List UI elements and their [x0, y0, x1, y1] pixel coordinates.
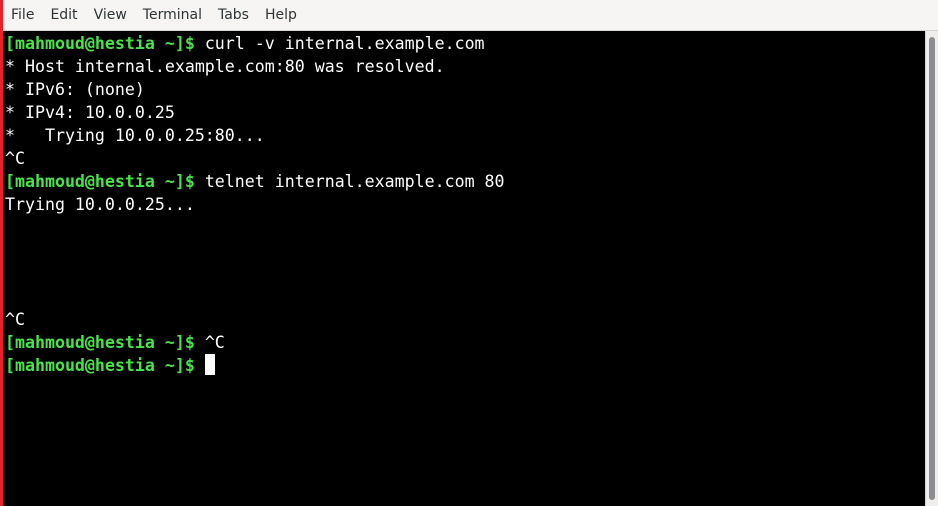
shell-prompt: [mahmoud@hestia ~]$ — [5, 333, 195, 352]
output-text: * IPv6: (none) — [5, 80, 145, 99]
text-cursor — [204, 354, 215, 375]
command-text: ^C — [194, 333, 225, 352]
shell-prompt: [mahmoud@hestia ~]$ — [5, 172, 195, 191]
terminal-line: Trying 10.0.0.25... — [5, 193, 195, 216]
scrollbar-thumb[interactable] — [929, 37, 935, 500]
terminal-output[interactable]: [mahmoud@hestia ~]$ curl -v internal.exa… — [3, 31, 925, 506]
output-text: * Trying 10.0.0.25:80... — [5, 126, 265, 145]
terminal-line: * IPv6: (none) — [5, 78, 145, 101]
terminal-window: File Edit View Terminal Tabs Help [mahmo… — [0, 0, 938, 506]
command-text: telnet internal.example.com 80 — [194, 172, 505, 191]
terminal-line: [mahmoud@hestia ~]$ — [5, 354, 215, 377]
menu-bar: File Edit View Terminal Tabs Help — [0, 0, 938, 31]
output-text: * IPv4: 10.0.0.25 — [5, 103, 175, 122]
menu-edit[interactable]: Edit — [42, 0, 85, 31]
terminal-line: * IPv4: 10.0.0.25 — [5, 101, 175, 124]
terminal-line: [mahmoud@hestia ~]$ curl -v internal.exa… — [5, 32, 485, 55]
window-border — [0, 0, 3, 506]
terminal-line: ^C — [5, 147, 25, 170]
menu-help[interactable]: Help — [257, 0, 305, 31]
vertical-scrollbar[interactable] — [925, 31, 938, 506]
terminal-line: [mahmoud@hestia ~]$ telnet internal.exam… — [5, 170, 505, 193]
command-text: curl -v internal.example.com — [194, 34, 485, 53]
menu-terminal[interactable]: Terminal — [135, 0, 210, 31]
terminal-line: ^C — [5, 308, 25, 331]
shell-prompt: [mahmoud@hestia ~]$ — [5, 34, 195, 53]
output-text: ^C — [5, 310, 25, 329]
menu-view[interactable]: View — [86, 0, 135, 31]
menu-file[interactable]: File — [3, 0, 42, 31]
output-text: * Host internal.example.com:80 was resol… — [5, 57, 445, 76]
output-text: ^C — [5, 149, 25, 168]
terminal-line: [mahmoud@hestia ~]$ ^C — [5, 331, 225, 354]
output-text: Trying 10.0.0.25... — [5, 195, 195, 214]
terminal-line: * Host internal.example.com:80 was resol… — [5, 55, 445, 78]
terminal-line: * Trying 10.0.0.25:80... — [5, 124, 265, 147]
menu-tabs[interactable]: Tabs — [210, 0, 257, 31]
command-text — [195, 356, 205, 375]
shell-prompt: [mahmoud@hestia ~]$ — [5, 356, 195, 375]
